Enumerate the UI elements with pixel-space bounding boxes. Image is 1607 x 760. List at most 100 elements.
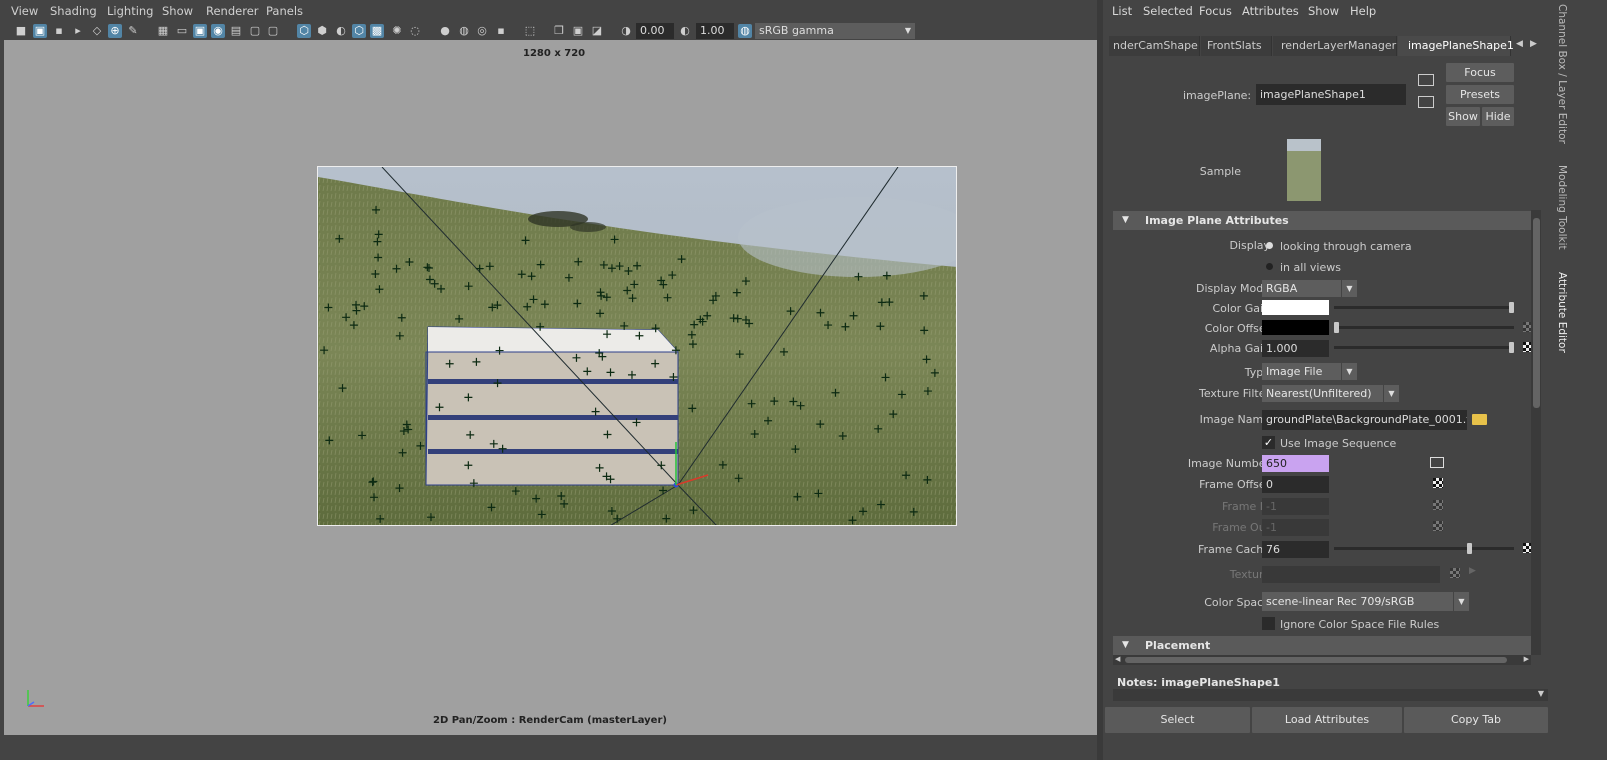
color-gain-slider-knob[interactable] [1509,302,1514,313]
grease-pencil-icon[interactable]: ✎ [126,24,140,38]
color-offset-swatch[interactable] [1262,320,1329,335]
gamma-field[interactable]: 1.00 [696,23,734,39]
load-attributes-button[interactable]: Load Attributes [1252,707,1402,733]
menu-help[interactable]: Help [1350,4,1376,18]
wireframe-icon[interactable]: ⬡ [297,24,311,38]
frame-cache-slider-knob[interactable] [1467,543,1472,554]
radio-in-all-views[interactable] [1266,263,1273,270]
hide-button[interactable]: Hide [1482,107,1514,126]
notes-field[interactable]: ▼ [1113,689,1548,701]
safe-title-icon[interactable]: ▢ [266,24,280,38]
menu-selected[interactable]: Selected [1143,4,1193,18]
radio-looking-through-camera[interactable] [1266,242,1273,249]
connection-icon[interactable] [1430,457,1444,468]
color-gain-slider[interactable] [1334,306,1514,309]
show-button[interactable]: Show [1446,107,1480,126]
textured-icon[interactable]: ▩ [370,24,384,38]
placement-header[interactable]: ▼ Placement [1113,636,1531,655]
alpha-gain-slider[interactable] [1334,346,1514,349]
focus-output-icon[interactable] [1418,96,1434,108]
film-gate-icon[interactable]: ▭ [175,24,189,38]
color-space-dropdown[interactable]: scene-linear Rec 709/sRGB ▼ [1262,592,1469,611]
exposure-field[interactable]: 0.00 [636,23,674,39]
map-button-icon[interactable] [1433,500,1443,510]
tab-channel-box-layer-editor[interactable]: Channel Box / Layer Editor [1554,4,1568,144]
isolate-select-icon[interactable]: ⬚ [523,24,537,38]
frame-cache-slider[interactable] [1334,547,1514,550]
menu-panels[interactable]: Panels [266,4,303,18]
copy-tab-button[interactable]: Copy Tab [1404,707,1548,733]
view-transform-dropdown[interactable]: sRGB gamma ▼ [755,23,915,39]
menu-show[interactable]: Show [1308,4,1339,18]
motion-blur-icon[interactable]: ◍ [457,24,471,38]
gate-mask-icon[interactable]: ◉ [211,24,225,38]
horizontal-scroll-thumb[interactable] [1125,657,1507,663]
field-chart-icon[interactable]: ▤ [229,24,243,38]
safe-action-icon[interactable]: ▢ [248,24,262,38]
menu-show[interactable]: Show [162,4,193,18]
scroll-left-icon[interactable]: ◀ [1115,655,1120,663]
map-button-icon[interactable] [1433,478,1443,488]
scroll-right-icon[interactable]: ▶ [1524,655,1529,663]
focus-button[interactable]: Focus [1446,63,1514,82]
tab-frontslats[interactable]: FrontSlats [1201,36,1272,56]
shadows-icon[interactable]: ◌ [408,24,422,38]
alpha-gain-field[interactable]: 1.000 [1262,340,1329,357]
map-button-icon[interactable] [1433,521,1443,531]
bookmark-icon[interactable]: ▪ [52,24,66,38]
vertical-scroll-thumb[interactable] [1533,218,1540,408]
type-dropdown[interactable]: Image File ▼ [1262,363,1357,380]
menu-focus[interactable]: Focus [1199,4,1232,18]
color-offset-slider-knob[interactable] [1334,322,1339,333]
color-gain-swatch[interactable] [1262,300,1329,315]
smooth-shade-icon[interactable]: ⬢ [315,24,329,38]
tab-scroll-right-icon[interactable]: ▶ [1530,39,1537,49]
menu-list[interactable]: List [1112,4,1132,18]
depth-of-field-icon[interactable]: ▪ [494,24,508,38]
vertical-scrollbar[interactable] [1531,210,1541,655]
menu-lighting[interactable]: Lighting [107,4,153,18]
wireframe-on-shaded-icon[interactable]: ⬡ [352,24,366,38]
camera-attributes-icon[interactable]: ▣ [33,24,47,38]
pan-zoom-toggle-icon[interactable]: ⊕ [108,24,122,38]
resolution-gate-icon[interactable]: ▣ [193,24,207,38]
horizontal-scrollbar[interactable]: ◀ ▶ [1113,655,1531,665]
x-ray-components-icon[interactable]: ◪ [590,24,604,38]
display-mode-dropdown[interactable]: RGBA ▼ [1262,280,1357,297]
frame-cache-field[interactable]: 76 [1262,541,1329,558]
frame-offset-field[interactable]: 0 [1262,476,1329,493]
ambient-occlusion-icon[interactable]: ● [438,24,452,38]
menu-renderer[interactable]: Renderer [206,4,259,18]
menu-view[interactable]: View [11,4,38,18]
x-ray-joints-icon[interactable]: ▣ [571,24,585,38]
exposure-icon[interactable]: ◑ [619,24,633,38]
image-plane-icon[interactable]: ▸ [71,24,85,38]
tab-attribute-editor[interactable]: Attribute Editor [1554,272,1568,353]
image-name-field[interactable]: groundPlate\BackgroundPlate_0001.tiff [1262,410,1467,430]
grid-icon[interactable]: ▦ [156,24,170,38]
focus-input-icon[interactable] [1418,74,1434,86]
color-management-icon[interactable]: ◍ [738,24,752,38]
tab-rendercamshape[interactable]: nderCamShape [1109,36,1200,56]
menu-shading[interactable]: Shading [50,4,97,18]
frame-out-field[interactable]: -1 [1262,519,1329,536]
image-number-field[interactable]: 650 [1262,455,1329,472]
image-plane-attributes-header[interactable]: ▼ Image Plane Attributes [1113,211,1531,230]
default-material-icon[interactable]: ◐ [334,24,348,38]
navigate-icon[interactable]: ▶ [1469,566,1476,576]
tab-imageplaneshape1[interactable]: imagePlaneShape1 [1398,36,1514,56]
texture-filter-dropdown[interactable]: Nearest(Unfiltered) ▼ [1262,385,1399,402]
tab-renderlayermanager[interactable]: renderLayerManager [1273,36,1397,56]
use-image-sequence-checkbox[interactable]: ✓ [1262,436,1275,449]
map-button-icon[interactable] [1450,568,1460,578]
camera-select-icon[interactable]: ■ [14,24,28,38]
gamma-icon[interactable]: ◐ [678,24,692,38]
anti-aliasing-icon[interactable]: ◎ [475,24,489,38]
presets-button[interactable]: Presets [1446,85,1514,104]
node-name-field[interactable]: imagePlaneShape1 [1256,84,1406,105]
ignore-color-space-rules-checkbox[interactable] [1262,617,1275,630]
select-button[interactable]: Select [1105,707,1250,733]
alpha-gain-slider-knob[interactable] [1509,342,1514,353]
folder-icon[interactable] [1472,414,1487,425]
x-ray-icon[interactable]: ❐ [552,24,566,38]
